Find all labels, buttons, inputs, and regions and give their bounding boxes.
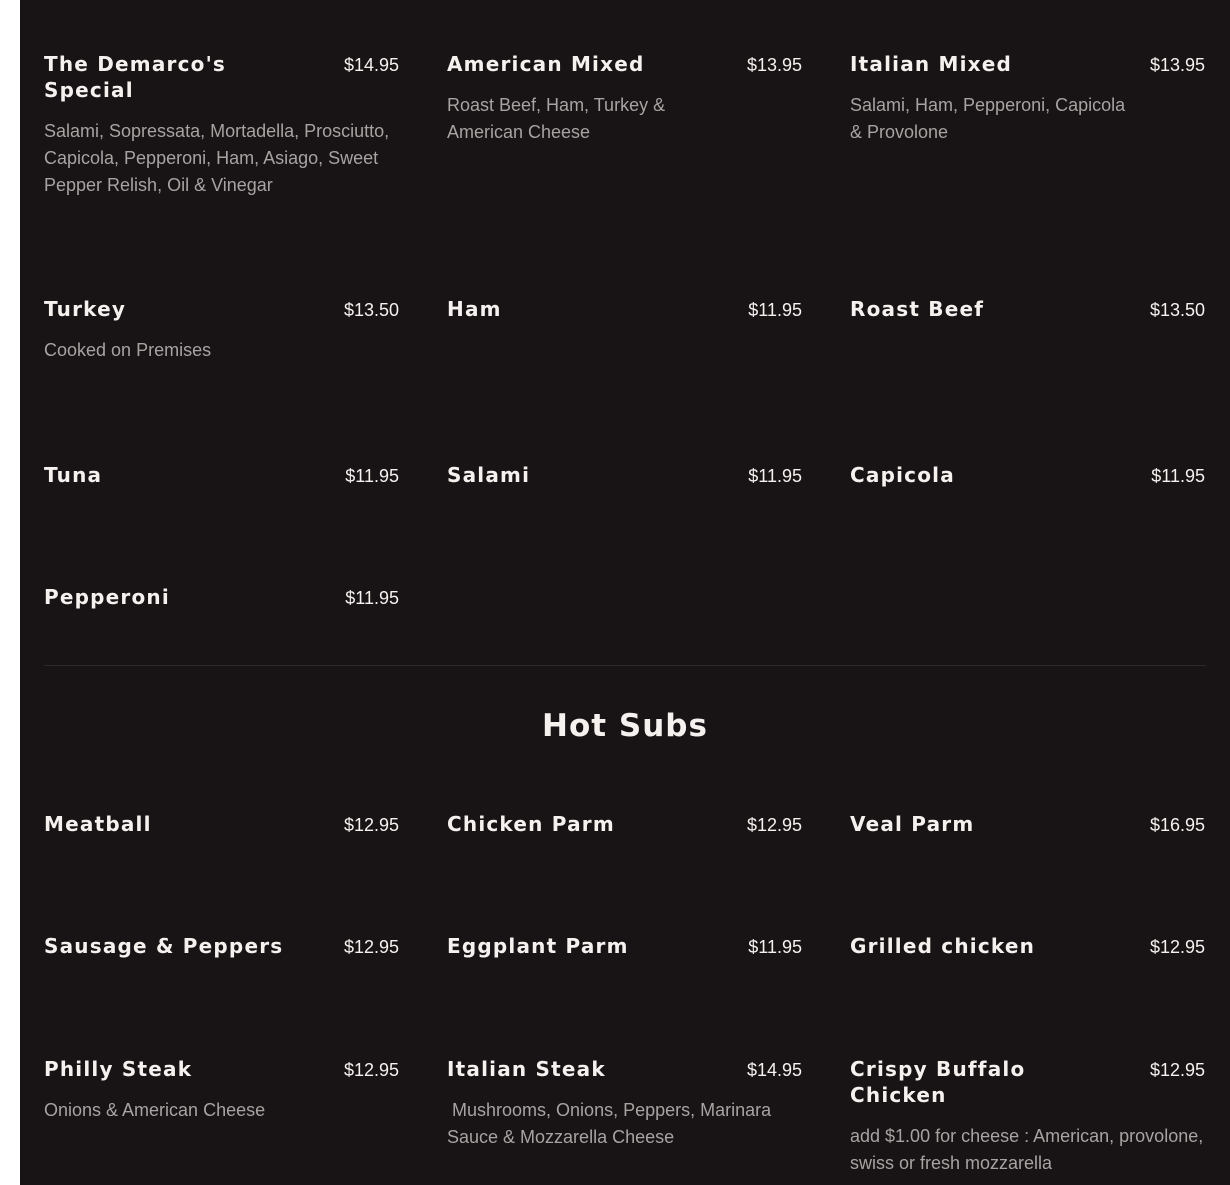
menu-item-price: $14.95 (343, 55, 399, 75)
menu-item-price: $13.50 (1149, 300, 1205, 320)
menu-item-name: Salami (447, 463, 531, 487)
menu-item-name: Tuna (44, 463, 103, 487)
section-divider (44, 665, 1206, 666)
menu-item-name: Pepperoni (44, 585, 170, 609)
menu-item-name: Ham (447, 297, 502, 321)
menu-item-price: $16.95 (1149, 815, 1205, 835)
menu-item-description: Cooked on Premises (44, 340, 212, 360)
menu-item-description: Salami, Sopressata, Mortadella, Prosciut… (44, 121, 390, 195)
menu-item-name: The Demarco's Special (44, 52, 226, 102)
menu-item-price: $11.95 (748, 300, 802, 320)
menu-item-name: Crispy Buffalo Chicken (850, 1057, 1026, 1107)
menu-page: The Demarco's Special $14.95 Salami, Sop… (20, 0, 1230, 1185)
section-title-hot-subs: Hot Subs (542, 708, 708, 744)
menu-item-price: $11.95 (1151, 466, 1205, 486)
menu-item-price: $12.95 (343, 815, 399, 835)
menu-item-price: $13.50 (343, 300, 399, 320)
menu-item-description: Onions & American Cheese (44, 1100, 266, 1120)
menu-item-name: Italian Mixed (850, 52, 1013, 76)
menu-item-price: $11.95 (345, 466, 399, 486)
menu-item-description: Salami, Ham, Pepperoni, Capicola & Provo… (850, 95, 1126, 142)
menu-item-description: add $1.00 for cheese : American, provolo… (850, 1126, 1204, 1173)
menu-item-name: Capicola (850, 463, 955, 487)
menu-item-price: $11.95 (748, 937, 802, 957)
menu-item-name: American Mixed (447, 52, 645, 76)
menu-item-name: Sausage & Peppers (44, 934, 284, 958)
menu-item-name: Philly Steak (44, 1057, 193, 1081)
menu-item-price: $12.95 (746, 815, 802, 835)
menu-item-price: $12.95 (1149, 937, 1205, 957)
menu-item-price: $12.95 (1149, 1060, 1205, 1080)
menu-item-name: Italian Steak (447, 1057, 606, 1081)
menu-item-name: Meatball (44, 812, 152, 836)
menu-item-name: Roast Beef (850, 297, 985, 321)
menu-item-price: $11.95 (748, 466, 802, 486)
menu-item-name: Chicken Parm (447, 812, 615, 836)
menu-item-name: Turkey (44, 297, 127, 321)
menu-item-price: $13.95 (746, 55, 802, 75)
menu-item-name: Eggplant Parm (447, 934, 629, 958)
menu-item-name: Grilled chicken (850, 934, 1036, 958)
menu-item-price: $11.95 (345, 588, 399, 608)
menu-item-price: $14.95 (746, 1060, 802, 1080)
menu-item-price: $12.95 (343, 1060, 399, 1080)
menu-item-name: Veal Parm (850, 812, 975, 836)
menu-item-description: Roast Beef, Ham, Turkey & American Chees… (447, 95, 666, 142)
menu-item-price: $13.95 (1149, 55, 1205, 75)
menu-item-description: Mushrooms, Onions, Peppers, Marinara Sau… (447, 1100, 777, 1147)
menu-item-price: $12.95 (343, 937, 399, 957)
